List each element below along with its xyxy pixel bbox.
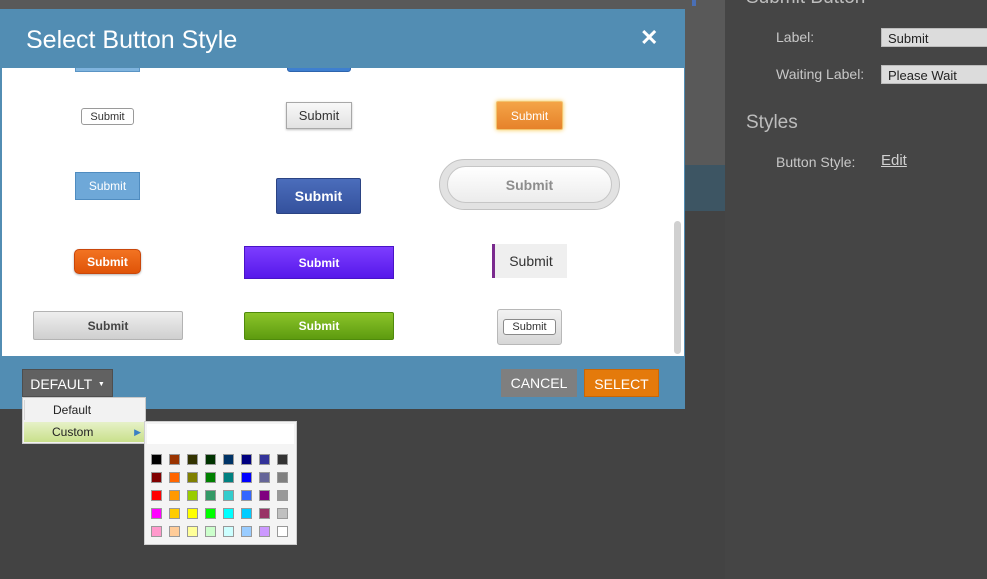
button-style-grid: Submit Submit Submit Submit Submit Submi… bbox=[2, 68, 684, 356]
background-accent-mark bbox=[692, 0, 696, 6]
color-swatch[interactable] bbox=[277, 526, 288, 537]
color-palette-header bbox=[147, 424, 294, 444]
color-swatch[interactable] bbox=[205, 454, 216, 465]
chevron-down-icon: ▼ bbox=[97, 381, 105, 389]
select-button[interactable]: SELECT bbox=[584, 369, 659, 397]
cancel-button[interactable]: CANCEL bbox=[501, 369, 577, 397]
color-swatch[interactable] bbox=[187, 526, 198, 537]
color-swatch[interactable] bbox=[241, 490, 252, 501]
button-style-option-12[interactable]: Submit bbox=[497, 309, 562, 345]
color-swatch[interactable] bbox=[277, 490, 288, 501]
button-style-option-partial-1[interactable] bbox=[75, 68, 140, 72]
button-style-label: Button Style: bbox=[776, 154, 856, 170]
color-swatch[interactable] bbox=[259, 490, 270, 501]
button-style-option-partial-2[interactable] bbox=[287, 68, 351, 72]
color-swatch[interactable] bbox=[223, 454, 234, 465]
button-style-option-4[interactable]: Submit bbox=[75, 172, 140, 200]
color-swatch[interactable] bbox=[277, 472, 288, 483]
button-style-option-10[interactable]: Submit bbox=[33, 311, 183, 340]
color-swatch[interactable] bbox=[241, 508, 252, 519]
color-swatch[interactable] bbox=[223, 526, 234, 537]
color-swatch[interactable] bbox=[169, 490, 180, 501]
color-swatch[interactable] bbox=[169, 508, 180, 519]
color-swatch[interactable] bbox=[223, 508, 234, 519]
color-swatch[interactable] bbox=[259, 472, 270, 483]
label-field-label: Label: bbox=[776, 29, 815, 45]
button-style-option-1[interactable]: Submit bbox=[81, 108, 134, 125]
color-swatch[interactable] bbox=[205, 472, 216, 483]
theme-menu-item-default[interactable]: Default bbox=[24, 400, 144, 420]
properties-panel: Submit Button Label: Submit Waiting Labe… bbox=[725, 0, 987, 579]
button-style-option-9[interactable]: Submit bbox=[492, 244, 567, 278]
color-swatch[interactable] bbox=[241, 454, 252, 465]
color-swatch[interactable] bbox=[241, 526, 252, 537]
close-icon[interactable]: ✕ bbox=[640, 25, 658, 51]
theme-dropdown[interactable]: DEFAULT ▼ bbox=[22, 369, 113, 397]
theme-menu: Default Custom ▶ bbox=[22, 397, 146, 444]
button-style-option-2[interactable]: Submit bbox=[286, 102, 352, 129]
color-swatch[interactable] bbox=[151, 472, 162, 483]
styles-heading: Styles bbox=[746, 112, 798, 133]
dialog-title: Select Button Style bbox=[26, 26, 238, 54]
color-swatch[interactable] bbox=[277, 454, 288, 465]
color-swatch[interactable] bbox=[259, 454, 270, 465]
color-swatch[interactable] bbox=[205, 490, 216, 501]
color-swatch[interactable] bbox=[169, 454, 180, 465]
color-swatch[interactable] bbox=[223, 490, 234, 501]
select-button-style-dialog: Select Button Style ✕ Submit Submit Subm… bbox=[0, 9, 685, 409]
button-style-option-7[interactable]: Submit bbox=[74, 249, 141, 274]
color-swatch[interactable] bbox=[205, 526, 216, 537]
color-swatch[interactable] bbox=[205, 508, 216, 519]
color-swatch[interactable] bbox=[259, 526, 270, 537]
dialog-scrollbar[interactable] bbox=[674, 221, 681, 354]
color-swatch[interactable] bbox=[277, 508, 288, 519]
color-swatch[interactable] bbox=[187, 454, 198, 465]
button-style-option-11[interactable]: Submit bbox=[244, 312, 394, 340]
button-style-option-12-label: Submit bbox=[503, 319, 556, 335]
color-swatch[interactable] bbox=[169, 472, 180, 483]
color-swatch[interactable] bbox=[187, 472, 198, 483]
color-swatch[interactable] bbox=[151, 508, 162, 519]
waiting-label-input[interactable]: Please Wait bbox=[881, 65, 987, 84]
button-style-option-8[interactable]: Submit bbox=[244, 246, 394, 279]
color-swatch[interactable] bbox=[151, 526, 162, 537]
color-swatch[interactable] bbox=[151, 490, 162, 501]
submit-button-heading: Submit Button bbox=[746, 0, 865, 9]
color-swatch[interactable] bbox=[187, 508, 198, 519]
chevron-right-icon: ▶ bbox=[134, 427, 141, 437]
color-swatch[interactable] bbox=[151, 454, 162, 465]
button-style-option-6[interactable]: Submit bbox=[439, 159, 620, 210]
color-palette bbox=[144, 421, 297, 545]
button-style-option-6-label: Submit bbox=[447, 166, 612, 203]
waiting-label-field-label: Waiting Label: bbox=[776, 66, 865, 82]
color-swatch[interactable] bbox=[259, 508, 270, 519]
edit-button-style-link[interactable]: Edit bbox=[881, 152, 907, 169]
color-swatch[interactable] bbox=[169, 526, 180, 537]
color-swatch[interactable] bbox=[223, 472, 234, 483]
theme-menu-item-custom-label: Custom bbox=[52, 425, 94, 439]
button-style-option-3[interactable]: Submit bbox=[496, 101, 563, 130]
theme-menu-item-custom[interactable]: Custom ▶ bbox=[24, 422, 144, 442]
color-swatch[interactable] bbox=[241, 472, 252, 483]
theme-dropdown-label: DEFAULT bbox=[30, 376, 92, 392]
label-input[interactable]: Submit bbox=[881, 28, 987, 47]
button-style-option-5[interactable]: Submit bbox=[276, 178, 361, 214]
color-swatch[interactable] bbox=[187, 490, 198, 501]
